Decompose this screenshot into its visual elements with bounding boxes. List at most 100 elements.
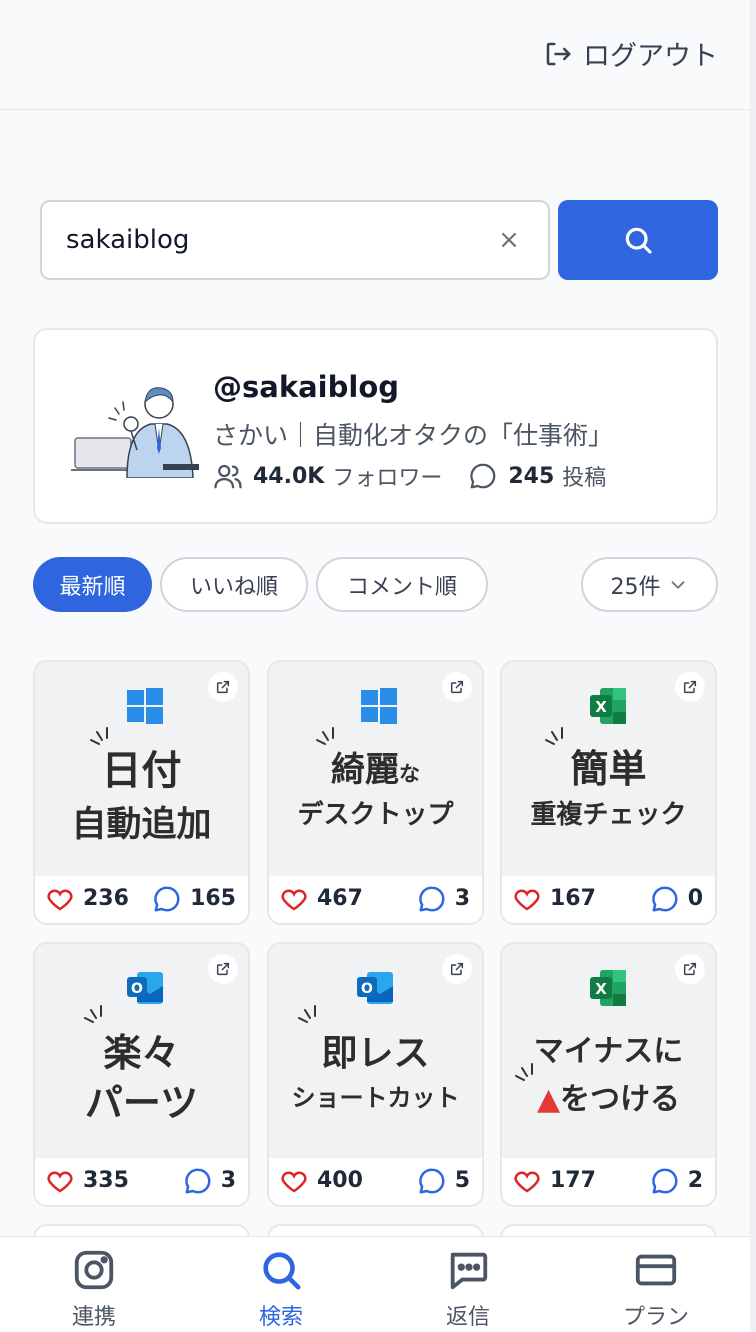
sort-latest-label: 最新順 (59, 574, 126, 600)
nav-item-integration[interactable]: 連携 (34, 1247, 154, 1331)
comment-icon[interactable] (417, 1166, 447, 1196)
sort-comments-label: コメント順 (346, 574, 457, 600)
open-external-button[interactable] (442, 954, 472, 984)
post-title-line1: 楽々 (103, 1031, 180, 1075)
scrollbar[interactable] (750, 0, 756, 1332)
post-card[interactable]: O 即レス ショートカット 400 5 (267, 942, 484, 1207)
nav-label: 連携 (71, 1305, 116, 1330)
logout-button[interactable]: ログアウト (543, 34, 718, 73)
sort-latest-chip[interactable]: 最新順 (33, 557, 152, 612)
nav-item-search[interactable]: 検索 (221, 1247, 341, 1331)
search-input[interactable] (66, 225, 494, 255)
profile-card[interactable]: @sakaiblog さかい｜自動化オタクの「仕事術」 44.0K フォロワー … (33, 328, 718, 524)
post-title-line2: デスクトップ (297, 800, 454, 830)
post-title-line1: 日付 (101, 748, 182, 794)
comments-count: 3 (454, 886, 470, 911)
likes-count: 335 (83, 1168, 129, 1193)
search-box: × (40, 200, 550, 280)
post-title-line2: 自動追加 (71, 805, 212, 845)
nav-label: プラン (622, 1305, 689, 1330)
heart-icon[interactable] (279, 1166, 309, 1196)
users-icon (214, 464, 242, 489)
external-link-icon (450, 962, 464, 976)
open-external-button[interactable] (208, 672, 238, 702)
post-card[interactable]: X 簡単 重複チェック 167 0 (500, 660, 717, 925)
comments-count: 0 (687, 886, 703, 911)
comment-icon[interactable] (183, 1166, 213, 1196)
count-dropdown[interactable]: 25件 (581, 557, 718, 612)
credit-card-icon (635, 1254, 677, 1286)
svg-text:X: X (595, 980, 607, 998)
heart-icon[interactable] (512, 1166, 542, 1196)
search-icon (263, 1252, 301, 1290)
bottom-nav: 連携 検索 返信 プラン (0, 1236, 750, 1332)
external-link-icon (683, 962, 697, 976)
nav-item-reply[interactable]: 返信 (408, 1247, 528, 1331)
followers-label: フォロワー (332, 466, 443, 491)
post-title-line1: 即レス (321, 1033, 430, 1074)
followers-count: 44.0K (253, 463, 325, 489)
heart-icon[interactable] (512, 884, 542, 914)
clear-search-button[interactable]: × (494, 225, 524, 255)
likes-count: 400 (317, 1168, 363, 1193)
chevron-down-icon (671, 580, 684, 589)
excel-icon: X (590, 688, 626, 724)
svg-text:X: X (595, 698, 607, 716)
windows-icon (361, 688, 397, 724)
post-stats: 400 5 (269, 1156, 482, 1205)
comments-count: 5 (454, 1168, 470, 1193)
comment-icon[interactable] (417, 884, 447, 914)
comments-count: 3 (220, 1168, 236, 1193)
logout-label: ログアウト (583, 41, 718, 72)
outlook-icon: O (127, 972, 163, 1004)
sort-comments-chip[interactable]: コメント順 (316, 557, 488, 612)
post-card[interactable]: 綺麗な デスクトップ 467 3 (267, 660, 484, 925)
post-title-line2: ショートカット (291, 1084, 460, 1112)
profile-display-name: さかい｜自動化オタクの「仕事術」 (213, 421, 614, 450)
avatar (71, 387, 199, 478)
post-title-line1: マイナスに (533, 1034, 684, 1069)
comment-icon[interactable] (650, 884, 680, 914)
post-title-line1: 簡単 (570, 747, 647, 791)
post-stats: 177 2 (502, 1156, 715, 1205)
count-dropdown-label: 25件 (610, 574, 661, 600)
post-stats: 167 0 (502, 874, 715, 923)
post-stats: 467 3 (269, 874, 482, 923)
comment-icon[interactable] (650, 1166, 680, 1196)
search-button[interactable] (558, 200, 718, 280)
likes-count: 467 (317, 886, 363, 911)
comment-icon[interactable] (152, 884, 182, 914)
search-icon (625, 227, 652, 254)
post-title-rest: をつける (560, 1082, 681, 1117)
likes-count: 236 (83, 886, 129, 911)
post-title-line2: 重複チェック (530, 800, 687, 830)
nav-label: 返信 (445, 1305, 490, 1330)
sort-likes-chip[interactable]: いいね順 (160, 557, 308, 612)
heart-icon[interactable] (45, 1166, 75, 1196)
open-external-button[interactable] (675, 672, 705, 702)
emphasis-lines-icon (298, 1005, 316, 1023)
open-external-button[interactable] (442, 672, 472, 702)
post-title-suffix: な (399, 762, 420, 786)
profile-handle: @sakaiblog (213, 370, 400, 404)
windows-icon (127, 688, 163, 724)
heart-icon[interactable] (279, 884, 309, 914)
comments-count: 2 (687, 1168, 703, 1193)
svg-text:O: O (131, 981, 143, 997)
post-title-line2: ▲をつける (502, 1074, 715, 1118)
heart-icon[interactable] (45, 884, 75, 914)
logout-icon (546, 42, 571, 65)
external-link-icon (683, 680, 697, 694)
post-card[interactable]: X マイナスに ▲をつける 177 2 (500, 942, 717, 1207)
post-title-line2: パーツ (84, 1081, 199, 1125)
external-link-icon (450, 680, 464, 694)
post-card[interactable]: 日付 自動追加 236 165 (33, 660, 250, 925)
open-external-button[interactable] (208, 954, 238, 984)
instagram-icon (74, 1250, 114, 1290)
chat-icon (450, 1252, 488, 1290)
nav-item-plan[interactable]: プラン (596, 1247, 716, 1331)
outlook-icon: O (357, 972, 393, 1004)
open-external-button[interactable] (675, 954, 705, 984)
posts-count: 245 (508, 463, 555, 489)
post-card[interactable]: O 楽々 パーツ 335 3 (33, 942, 250, 1207)
